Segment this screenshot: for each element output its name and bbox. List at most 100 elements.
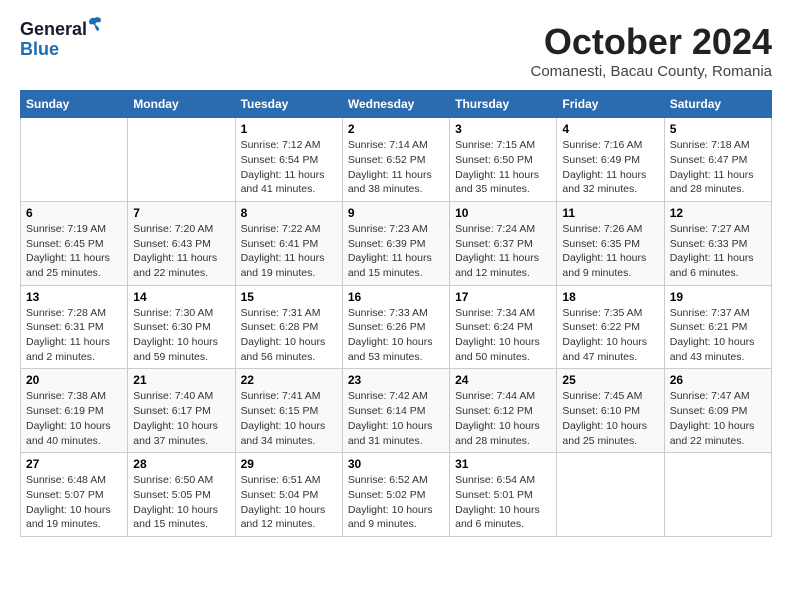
- calendar-cell: 4 Sunrise: 7:16 AM Sunset: 6:49 PM Daylig…: [557, 118, 664, 202]
- calendar-cell: 25 Sunrise: 7:45 AM Sunset: 6:10 PM Dayli…: [557, 369, 664, 453]
- day-number: 26: [670, 373, 766, 387]
- day-number: 8: [241, 206, 337, 220]
- day-number: 18: [562, 290, 658, 304]
- calendar-cell: [128, 118, 235, 202]
- calendar-cell: [21, 118, 128, 202]
- calendar-cell: 27 Sunrise: 6:48 AM Sunset: 5:07 PM Dayli…: [21, 453, 128, 537]
- day-info: Sunrise: 7:41 AM Sunset: 6:15 PM Dayligh…: [241, 389, 337, 448]
- calendar-cell: 18 Sunrise: 7:35 AM Sunset: 6:22 PM Dayli…: [557, 285, 664, 369]
- calendar-cell: 3 Sunrise: 7:15 AM Sunset: 6:50 PM Daylig…: [450, 118, 557, 202]
- calendar-table: SundayMondayTuesdayWednesdayThursdayFrid…: [20, 90, 772, 537]
- calendar-cell: 26 Sunrise: 7:47 AM Sunset: 6:09 PM Dayli…: [664, 369, 771, 453]
- day-info: Sunrise: 7:15 AM Sunset: 6:50 PM Dayligh…: [455, 138, 551, 197]
- day-info: Sunrise: 7:33 AM Sunset: 6:26 PM Dayligh…: [348, 306, 444, 365]
- day-info: Sunrise: 7:22 AM Sunset: 6:41 PM Dayligh…: [241, 222, 337, 281]
- day-number: 17: [455, 290, 551, 304]
- calendar-cell: 10Sunrise: 7:24 AM Sunset: 6:37 PM Dayli…: [450, 201, 557, 285]
- day-number: 9: [348, 206, 444, 220]
- calendar-cell: 16 Sunrise: 7:33 AM Sunset: 6:26 PM Dayli…: [342, 285, 449, 369]
- location-subtitle: Comanesti, Bacau County, Romania: [530, 63, 772, 80]
- logo-bird-icon: [87, 16, 103, 32]
- logo-general-text: General: [20, 19, 87, 39]
- weekday-header-sunday: Sunday: [21, 91, 128, 118]
- calendar-cell: 23 Sunrise: 7:42 AM Sunset: 6:14 PM Dayli…: [342, 369, 449, 453]
- day-info: Sunrise: 7:16 AM Sunset: 6:49 PM Dayligh…: [562, 138, 658, 197]
- calendar-cell: 19 Sunrise: 7:37 AM Sunset: 6:21 PM Dayli…: [664, 285, 771, 369]
- day-number: 4: [562, 122, 658, 136]
- day-number: 20: [26, 373, 122, 387]
- calendar-cell: 11Sunrise: 7:26 AM Sunset: 6:35 PM Dayli…: [557, 201, 664, 285]
- day-number: 31: [455, 457, 551, 471]
- calendar-cell: 15 Sunrise: 7:31 AM Sunset: 6:28 PM Dayli…: [235, 285, 342, 369]
- calendar-cell: 30Sunrise: 6:52 AM Sunset: 5:02 PM Dayli…: [342, 453, 449, 537]
- day-info: Sunrise: 6:48 AM Sunset: 5:07 PM Dayligh…: [26, 473, 122, 532]
- weekday-header-monday: Monday: [128, 91, 235, 118]
- calendar-header-row: SundayMondayTuesdayWednesdayThursdayFrid…: [21, 91, 772, 118]
- calendar-cell: 13 Sunrise: 7:28 AM Sunset: 6:31 PM Dayli…: [21, 285, 128, 369]
- calendar-cell: [664, 453, 771, 537]
- day-info: Sunrise: 7:24 AM Sunset: 6:37 PM Dayligh…: [455, 222, 551, 281]
- calendar-cell: 14 Sunrise: 7:30 AM Sunset: 6:30 PM Dayli…: [128, 285, 235, 369]
- calendar-cell: 20 Sunrise: 7:38 AM Sunset: 6:19 PM Dayli…: [21, 369, 128, 453]
- day-info: Sunrise: 7:30 AM Sunset: 6:30 PM Dayligh…: [133, 306, 229, 365]
- day-info: Sunrise: 7:26 AM Sunset: 6:35 PM Dayligh…: [562, 222, 658, 281]
- page-header: General Blue October 2024 Comanesti, Bac…: [20, 20, 772, 80]
- day-number: 14: [133, 290, 229, 304]
- calendar-cell: 17 Sunrise: 7:34 AM Sunset: 6:24 PM Dayli…: [450, 285, 557, 369]
- day-number: 30: [348, 457, 444, 471]
- calendar-cell: 1Sunrise: 7:12 AM Sunset: 6:54 PM Daylig…: [235, 118, 342, 202]
- day-number: 5: [670, 122, 766, 136]
- day-number: 6: [26, 206, 122, 220]
- day-info: Sunrise: 7:47 AM Sunset: 6:09 PM Dayligh…: [670, 389, 766, 448]
- calendar-cell: 22Sunrise: 7:41 AM Sunset: 6:15 PM Dayli…: [235, 369, 342, 453]
- day-number: 16: [348, 290, 444, 304]
- day-info: Sunrise: 7:40 AM Sunset: 6:17 PM Dayligh…: [133, 389, 229, 448]
- day-number: 23: [348, 373, 444, 387]
- day-number: 29: [241, 457, 337, 471]
- calendar-week-row: 20 Sunrise: 7:38 AM Sunset: 6:19 PM Dayli…: [21, 369, 772, 453]
- day-info: Sunrise: 7:31 AM Sunset: 6:28 PM Dayligh…: [241, 306, 337, 365]
- day-info: Sunrise: 7:45 AM Sunset: 6:10 PM Dayligh…: [562, 389, 658, 448]
- day-number: 21: [133, 373, 229, 387]
- calendar-cell: 6 Sunrise: 7:19 AM Sunset: 6:45 PM Daylig…: [21, 201, 128, 285]
- day-number: 1: [241, 122, 337, 136]
- day-info: Sunrise: 7:18 AM Sunset: 6:47 PM Dayligh…: [670, 138, 766, 197]
- day-info: Sunrise: 7:28 AM Sunset: 6:31 PM Dayligh…: [26, 306, 122, 365]
- calendar-cell: 8 Sunrise: 7:22 AM Sunset: 6:41 PM Daylig…: [235, 201, 342, 285]
- day-number: 19: [670, 290, 766, 304]
- day-info: Sunrise: 7:44 AM Sunset: 6:12 PM Dayligh…: [455, 389, 551, 448]
- day-number: 27: [26, 457, 122, 471]
- day-info: Sunrise: 7:38 AM Sunset: 6:19 PM Dayligh…: [26, 389, 122, 448]
- day-info: Sunrise: 7:34 AM Sunset: 6:24 PM Dayligh…: [455, 306, 551, 365]
- calendar-cell: 28Sunrise: 6:50 AM Sunset: 5:05 PM Dayli…: [128, 453, 235, 537]
- day-info: Sunrise: 7:20 AM Sunset: 6:43 PM Dayligh…: [133, 222, 229, 281]
- day-info: Sunrise: 6:54 AM Sunset: 5:01 PM Dayligh…: [455, 473, 551, 532]
- calendar-week-row: 6 Sunrise: 7:19 AM Sunset: 6:45 PM Daylig…: [21, 201, 772, 285]
- month-title: October 2024: [530, 20, 772, 63]
- calendar-week-row: 13 Sunrise: 7:28 AM Sunset: 6:31 PM Dayli…: [21, 285, 772, 369]
- calendar-cell: 12Sunrise: 7:27 AM Sunset: 6:33 PM Dayli…: [664, 201, 771, 285]
- weekday-header-friday: Friday: [557, 91, 664, 118]
- day-number: 25: [562, 373, 658, 387]
- day-info: Sunrise: 7:37 AM Sunset: 6:21 PM Dayligh…: [670, 306, 766, 365]
- weekday-header-tuesday: Tuesday: [235, 91, 342, 118]
- title-area: October 2024 Comanesti, Bacau County, Ro…: [530, 20, 772, 80]
- day-info: Sunrise: 7:19 AM Sunset: 6:45 PM Dayligh…: [26, 222, 122, 281]
- day-info: Sunrise: 7:35 AM Sunset: 6:22 PM Dayligh…: [562, 306, 658, 365]
- day-info: Sunrise: 7:42 AM Sunset: 6:14 PM Dayligh…: [348, 389, 444, 448]
- calendar-week-row: 27 Sunrise: 6:48 AM Sunset: 5:07 PM Dayli…: [21, 453, 772, 537]
- calendar-cell: 9Sunrise: 7:23 AM Sunset: 6:39 PM Daylig…: [342, 201, 449, 285]
- day-number: 2: [348, 122, 444, 136]
- day-number: 15: [241, 290, 337, 304]
- calendar-cell: 31 Sunrise: 6:54 AM Sunset: 5:01 PM Dayli…: [450, 453, 557, 537]
- calendar-cell: 24Sunrise: 7:44 AM Sunset: 6:12 PM Dayli…: [450, 369, 557, 453]
- calendar-cell: 21 Sunrise: 7:40 AM Sunset: 6:17 PM Dayli…: [128, 369, 235, 453]
- weekday-header-wednesday: Wednesday: [342, 91, 449, 118]
- logo: General Blue: [20, 20, 87, 60]
- day-number: 13: [26, 290, 122, 304]
- day-info: Sunrise: 6:50 AM Sunset: 5:05 PM Dayligh…: [133, 473, 229, 532]
- calendar-cell: 7Sunrise: 7:20 AM Sunset: 6:43 PM Daylig…: [128, 201, 235, 285]
- calendar-cell: 5 Sunrise: 7:18 AM Sunset: 6:47 PM Daylig…: [664, 118, 771, 202]
- logo-blue-text: Blue: [20, 40, 59, 60]
- day-number: 3: [455, 122, 551, 136]
